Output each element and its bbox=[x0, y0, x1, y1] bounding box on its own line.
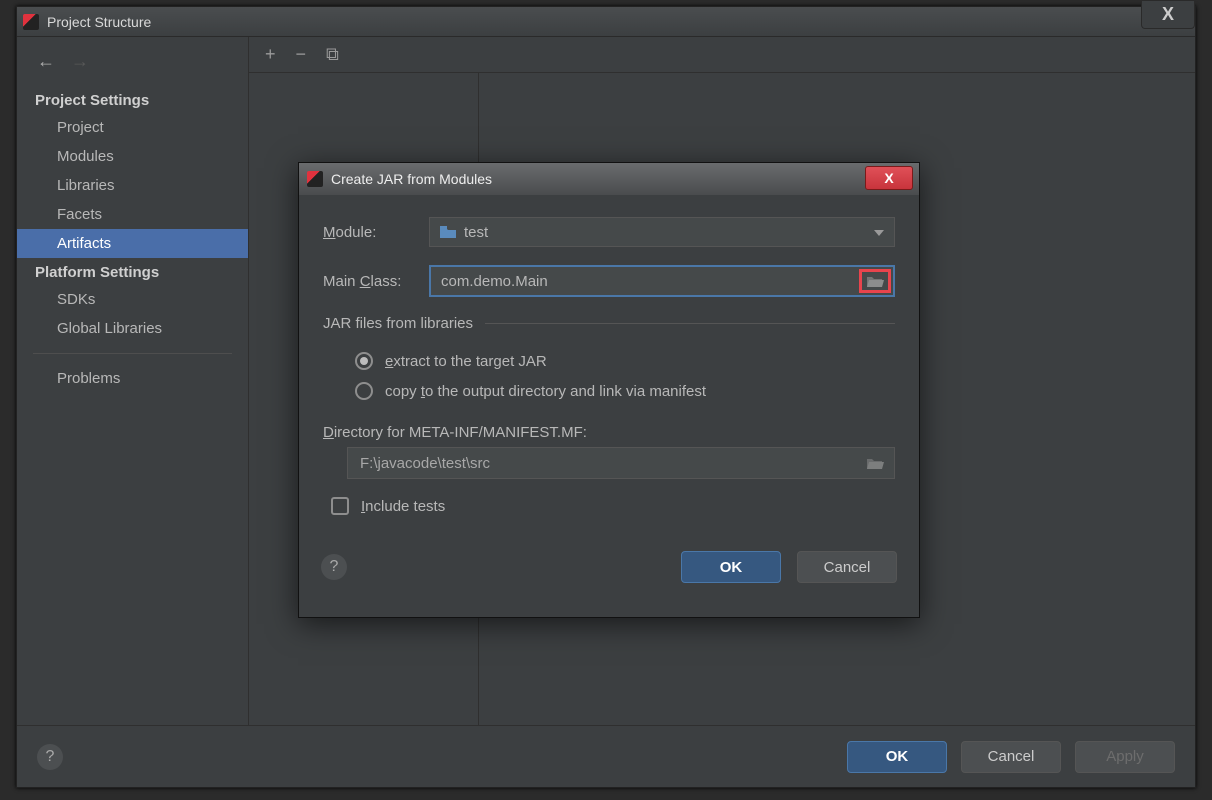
dialog-title: Create JAR from Modules bbox=[331, 171, 492, 187]
dialog-help-button[interactable]: ? bbox=[321, 554, 347, 580]
sidebar-item-sdks[interactable]: SDKs bbox=[17, 285, 248, 314]
dialog-titlebar: Create JAR from Modules X bbox=[299, 163, 919, 195]
sidebar-heading-project-settings: Project Settings bbox=[17, 86, 248, 113]
dialog-ok-button[interactable]: OK bbox=[681, 551, 781, 583]
main-class-label: Main Class: bbox=[323, 273, 429, 290]
radio-extract-icon bbox=[355, 352, 373, 370]
apply-button: Apply bbox=[1075, 741, 1175, 773]
manifest-dir-label: Directory for META-INF/MANIFEST.MF: bbox=[323, 424, 895, 441]
dialog-close-button[interactable]: X bbox=[865, 166, 913, 190]
sidebar-item-global-libraries[interactable]: Global Libraries bbox=[17, 314, 248, 343]
copy-icon[interactable]: ⧉ bbox=[326, 44, 339, 65]
nav-arrows: ← → bbox=[17, 45, 248, 86]
include-tests-checkbox[interactable]: Include tests bbox=[323, 495, 895, 529]
sidebar-item-problems[interactable]: Problems bbox=[17, 364, 248, 393]
dialog-cancel-button[interactable]: Cancel bbox=[797, 551, 897, 583]
main-class-browse-button[interactable] bbox=[859, 269, 891, 293]
ok-button[interactable]: OK bbox=[847, 741, 947, 773]
module-icon bbox=[440, 226, 456, 238]
intellij-icon bbox=[23, 14, 39, 30]
cancel-button[interactable]: Cancel bbox=[961, 741, 1061, 773]
add-icon[interactable]: + bbox=[265, 44, 276, 65]
dialog-body: Module: test Main Class: com.demo.Main J… bbox=[299, 195, 919, 543]
radio-copy-label: copy to the output directory and link vi… bbox=[385, 383, 706, 400]
jar-libraries-legend: JAR files from libraries bbox=[323, 315, 485, 332]
module-row: Module: test bbox=[323, 217, 895, 247]
radio-copy[interactable]: copy to the output directory and link vi… bbox=[323, 376, 895, 406]
remove-icon[interactable]: − bbox=[296, 44, 307, 65]
sidebar-divider bbox=[33, 353, 232, 354]
module-value: test bbox=[464, 224, 488, 241]
main-class-value: com.demo.Main bbox=[441, 273, 548, 290]
sidebar: ← → Project Settings Project Modules Lib… bbox=[17, 37, 249, 725]
jar-libraries-group: JAR files from libraries extract to the … bbox=[323, 315, 895, 410]
footer: ? OK Cancel Apply bbox=[17, 725, 1195, 787]
radio-copy-icon bbox=[355, 382, 373, 400]
chevron-down-icon bbox=[874, 230, 884, 236]
dialog-footer: ? OK Cancel bbox=[299, 543, 919, 599]
titlebar: Project Structure X bbox=[17, 7, 1195, 37]
sidebar-heading-platform-settings: Platform Settings bbox=[17, 258, 248, 285]
back-icon[interactable]: ← bbox=[37, 51, 55, 72]
folder-open-icon[interactable] bbox=[866, 456, 884, 470]
help-button[interactable]: ? bbox=[37, 744, 63, 770]
create-jar-dialog: Create JAR from Modules X Module: test M… bbox=[298, 162, 920, 618]
manifest-dir-value: F:\javacode\test\src bbox=[360, 455, 490, 472]
folder-open-icon bbox=[866, 274, 884, 288]
include-tests-label: Include tests bbox=[361, 498, 445, 515]
module-label: Module: bbox=[323, 224, 429, 241]
sidebar-item-project[interactable]: Project bbox=[17, 113, 248, 142]
intellij-icon bbox=[307, 171, 323, 187]
forward-icon: → bbox=[71, 51, 89, 72]
radio-extract-label: extract to the target JAR bbox=[385, 353, 547, 370]
module-select[interactable]: test bbox=[429, 217, 895, 247]
radio-extract[interactable]: extract to the target JAR bbox=[323, 346, 895, 376]
sidebar-item-artifacts[interactable]: Artifacts bbox=[17, 229, 248, 258]
manifest-dir-field[interactable]: F:\javacode\test\src bbox=[347, 447, 895, 479]
window-close-button[interactable]: X bbox=[1141, 1, 1195, 29]
checkbox-icon bbox=[331, 497, 349, 515]
sidebar-item-modules[interactable]: Modules bbox=[17, 142, 248, 171]
main-class-field[interactable]: com.demo.Main bbox=[429, 265, 895, 297]
sidebar-item-libraries[interactable]: Libraries bbox=[17, 171, 248, 200]
sidebar-item-facets[interactable]: Facets bbox=[17, 200, 248, 229]
main-class-row: Main Class: com.demo.Main bbox=[323, 265, 895, 297]
artifacts-toolbar: + − ⧉ bbox=[249, 37, 1195, 73]
window-title: Project Structure bbox=[47, 14, 151, 30]
